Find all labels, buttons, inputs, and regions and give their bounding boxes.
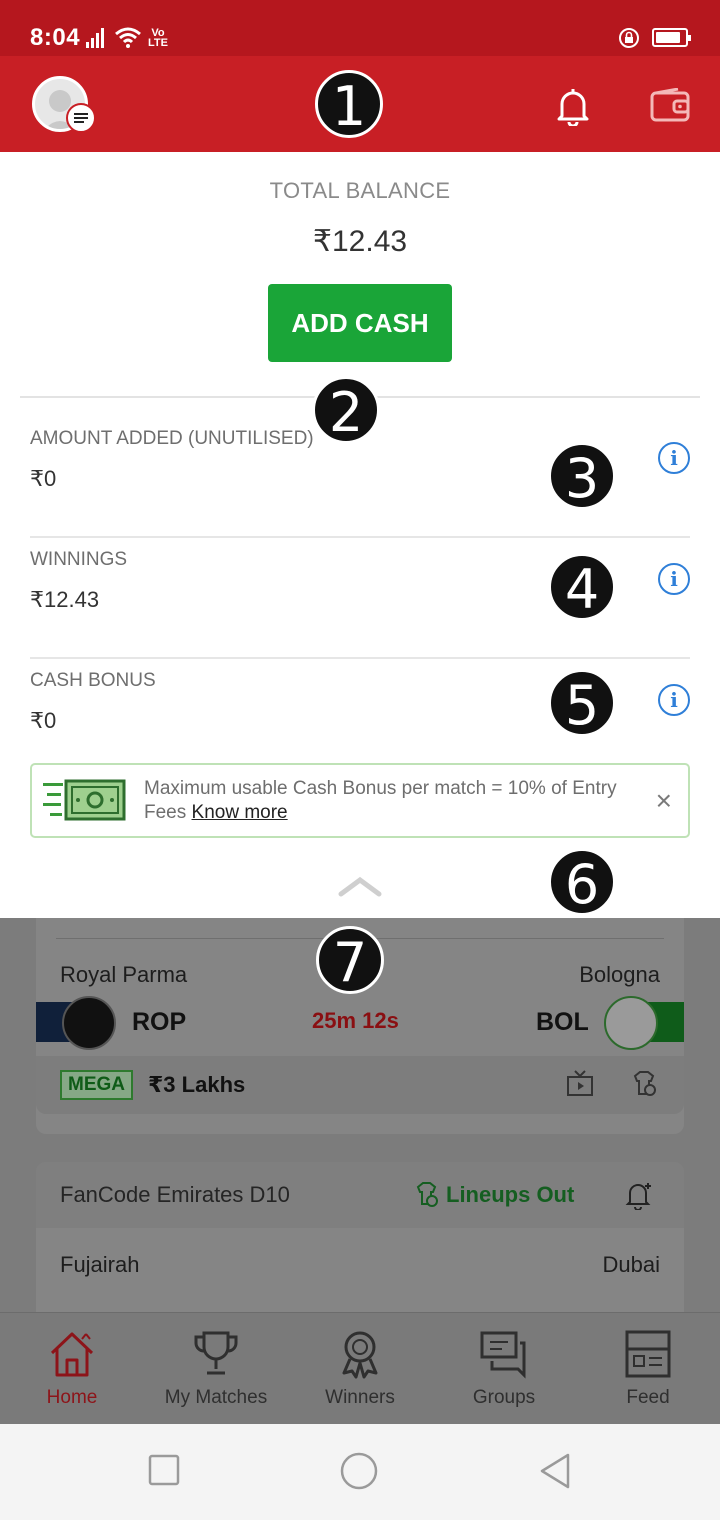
team1-logo — [62, 996, 116, 1050]
team1-code: ROP — [132, 1008, 187, 1036]
lineups-status: Lineups Out — [446, 1182, 575, 1207]
cash-icon — [43, 779, 126, 821]
lineup-icon — [416, 1182, 438, 1207]
amount-added-label: AMOUNT ADDED (UNUTILISED) — [30, 428, 314, 449]
mega-badge: MEGA — [60, 1070, 133, 1100]
status-icons: Vo LTE — [86, 26, 168, 49]
nav-label: My Matches — [164, 1387, 268, 1408]
chat-icon — [480, 1331, 526, 1379]
signal-icon — [86, 28, 104, 48]
match-card-footer: MEGA ₹3 Lakhs — [36, 1056, 684, 1114]
notice-text: Maximum usable Cash Bonus per match = 10… — [144, 778, 617, 823]
divider — [30, 536, 690, 538]
award-icon — [342, 1331, 378, 1379]
wallet-icon[interactable] — [650, 88, 690, 122]
know-more-link[interactable]: Know more — [192, 802, 288, 823]
nav-my-matches[interactable]: My Matches — [144, 1313, 288, 1425]
cash-bonus-notice: Maximum usable Cash Bonus per match = 10… — [30, 763, 690, 838]
add-cash-button[interactable]: ADD CASH — [268, 284, 452, 362]
home-button-icon[interactable] — [340, 1452, 378, 1490]
nav-label: Feed — [626, 1387, 670, 1408]
close-icon[interactable]: × — [656, 787, 672, 815]
nav-label: Groups — [472, 1387, 536, 1408]
chevron-up-icon[interactable] — [338, 874, 382, 898]
amount-added-value: ₹0 — [30, 466, 57, 491]
battery-icon — [652, 28, 691, 47]
lineup-icon — [633, 1071, 656, 1096]
nav-label: Winners — [325, 1387, 395, 1408]
info-icon[interactable]: i — [658, 684, 690, 716]
winnings-label: WINNINGS — [30, 549, 128, 570]
status-bar: 8:04 Vo LTE — [0, 0, 720, 56]
back-button-icon[interactable] — [538, 1452, 572, 1490]
system-navigation-bar — [0, 1424, 720, 1520]
team2-logo — [604, 996, 658, 1050]
feed-icon — [625, 1330, 671, 1378]
marker-2: 2 — [312, 376, 380, 444]
marker-6: 6 — [548, 848, 616, 916]
marker-7: 7 — [316, 926, 384, 994]
tv-icon — [567, 1070, 593, 1096]
countdown-timer: 25m 12s — [312, 1008, 399, 1033]
marker-5: 5 — [548, 669, 616, 737]
total-balance-amount: ₹12.43 — [312, 225, 408, 258]
menu-icon[interactable] — [66, 103, 96, 133]
nav-home[interactable]: Home — [0, 1313, 144, 1425]
recents-button-icon[interactable] — [148, 1454, 180, 1486]
bell-icon[interactable] — [555, 86, 591, 126]
nav-feed[interactable]: Feed — [576, 1313, 720, 1425]
cash-bonus-value: ₹0 — [30, 708, 57, 733]
rotation-lock-icon — [619, 28, 639, 48]
match-card-header: FanCode Emirates D10 Lineups Out — [36, 1162, 684, 1228]
team1-name: Fujairah — [60, 1252, 140, 1277]
status-time: 8:04 — [30, 24, 81, 51]
team2-code: BOL — [536, 1008, 589, 1036]
team1-name: Royal Parma — [60, 962, 188, 987]
bottom-nav: Home My Matches Winners Groups Feed — [0, 1312, 720, 1424]
marker-4: 4 — [548, 553, 616, 621]
team2-name: Bologna — [579, 962, 660, 987]
nav-winners[interactable]: Winners — [288, 1313, 432, 1425]
team2-name: Dubai — [602, 1252, 660, 1277]
league-name: FanCode Emirates D10 — [60, 1182, 290, 1207]
winnings-value: ₹12.43 — [30, 587, 100, 612]
balance-sheet: TOTAL BALANCE ₹12.43 ADD CASH AMOUNT ADD… — [0, 152, 720, 918]
marker-1: 1 — [315, 70, 383, 138]
match-card[interactable]: FanCode Emirates D10 Lineups Out Fujaira… — [36, 1162, 684, 1312]
prize-amount: ₹3 Lakhs — [148, 1072, 246, 1097]
volte-icon: Vo LTE — [148, 27, 168, 49]
trophy-icon — [194, 1331, 238, 1375]
nav-groups[interactable]: Groups — [432, 1313, 576, 1425]
info-icon[interactable]: i — [658, 442, 690, 474]
total-balance-label: TOTAL BALANCE — [269, 178, 451, 203]
divider — [30, 657, 690, 659]
cash-bonus-label: CASH BONUS — [30, 670, 156, 691]
wifi-icon — [115, 27, 141, 48]
info-icon[interactable]: i — [658, 563, 690, 595]
home-icon — [50, 1332, 94, 1377]
marker-3: 3 — [548, 442, 616, 510]
nav-label: Home — [46, 1387, 98, 1408]
bell-add-icon[interactable] — [624, 1180, 654, 1210]
